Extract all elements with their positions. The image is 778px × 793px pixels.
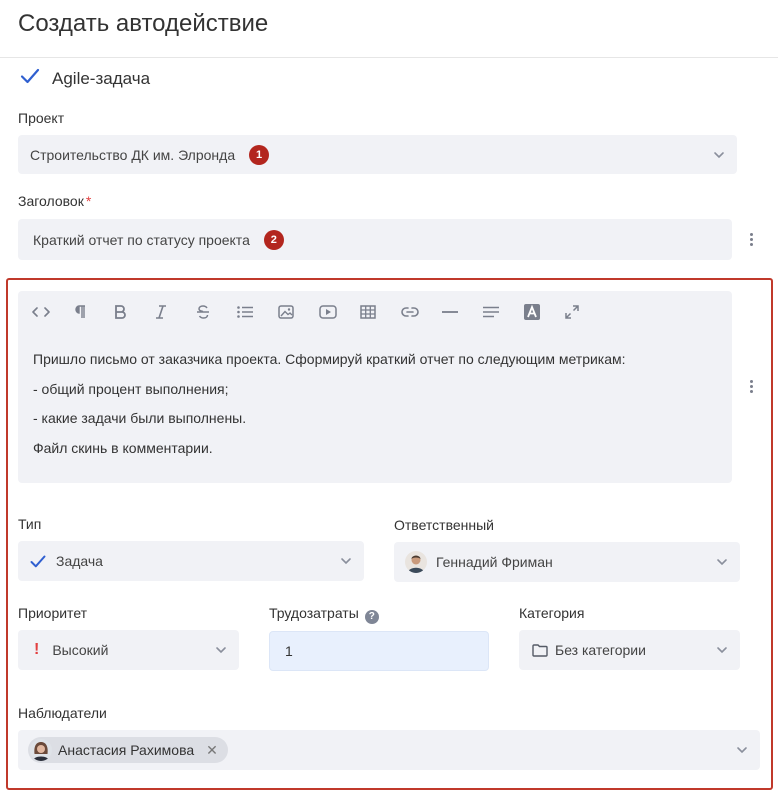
heading-label: Заголовок * [18,193,92,209]
strikethrough-icon[interactable] [196,303,237,321]
watchers-label: Наблюдатели [18,705,107,721]
chevron-down-icon [717,559,727,566]
assignee-label: Ответственный [394,517,494,533]
heading-input[interactable]: Краткий отчет по статусу проекта 2 [18,219,732,260]
assignee-select[interactable]: Геннадий Фриман [394,542,740,582]
step-badge-2: 2 [263,229,284,250]
heading-more-icon[interactable] [748,233,754,246]
folder-icon [532,643,548,657]
chevron-down-icon [737,747,747,754]
image-icon[interactable] [278,303,319,321]
type-label: Тип [18,516,42,532]
required-mark: * [85,193,92,209]
checkmark-icon [30,555,46,568]
link-icon[interactable] [401,303,442,321]
editor-toolbar [32,303,606,321]
help-icon[interactable]: ? [364,609,379,624]
watcher-chip: Анастасия Рахимова ✕ [28,737,228,763]
editor-line: - общий процент выполнения; [33,380,229,397]
action-type-row[interactable]: Agile-задача [20,68,150,89]
fullscreen-icon[interactable] [565,303,606,321]
category-value: Без категории [555,642,646,658]
heading-value: Краткий отчет по статусу проекта [33,231,250,248]
effort-input[interactable]: 1 [269,631,489,671]
editor-line: - какие задачи были выполнены. [33,410,247,426]
effort-value: 1 [285,643,293,659]
step-badge-1: 1 [249,144,270,165]
watcher-name: Анастасия Рахимова [58,742,195,758]
remove-icon[interactable]: ✕ [206,742,218,759]
avatar [405,551,427,573]
page-title: Создать автодействие [18,10,269,37]
priority-label: Приоритет [18,605,88,621]
align-icon[interactable] [483,303,524,321]
editor-more-icon[interactable] [748,380,754,393]
checkmark-icon [20,68,40,89]
priority-select[interactable]: ! Высокий [18,630,239,670]
category-label: Категория [519,605,585,621]
project-select[interactable]: Строительство ДК им. Элронда 1 [18,135,737,174]
paragraph-icon[interactable] [73,303,114,321]
editor-line: Файл скинь в комментарии. [33,439,213,456]
editor-line: Пришло письмо от заказчика проекта. Сфор… [33,351,626,367]
bold-icon[interactable] [114,303,155,321]
watchers-select[interactable]: Анастасия Рахимова ✕ [18,730,760,770]
description-editor[interactable]: Пришло письмо от заказчика проекта. Сфор… [18,291,732,483]
horizontal-rule-icon[interactable] [442,303,483,321]
code-icon[interactable] [32,303,73,321]
bullet-list-icon[interactable] [237,303,278,321]
video-icon[interactable] [319,303,360,321]
table-icon[interactable] [360,303,401,321]
title-divider [0,57,778,58]
category-select[interactable]: Без категории [519,630,740,670]
priority-value: Высокий [52,642,109,658]
chevron-down-icon [341,558,351,565]
exclamation-icon: ! [34,641,40,658]
type-select[interactable]: Задача [18,541,364,581]
chevron-down-icon [216,647,226,654]
avatar [30,739,52,761]
project-value: Строительство ДК им. Элронда [30,146,236,163]
chevron-down-icon [714,151,724,158]
editor-content[interactable]: Пришло письмо от заказчика проекта. Сфор… [33,345,626,463]
effort-label: Трудозатраты? [269,605,379,624]
project-label: Проект [18,110,65,126]
assignee-value: Геннадий Фриман [436,554,553,570]
chevron-down-icon [717,647,727,654]
action-type-label: Agile-задача [52,68,151,88]
text-color-icon[interactable] [524,303,565,321]
type-value: Задача [56,553,103,569]
italic-icon[interactable] [155,303,196,321]
